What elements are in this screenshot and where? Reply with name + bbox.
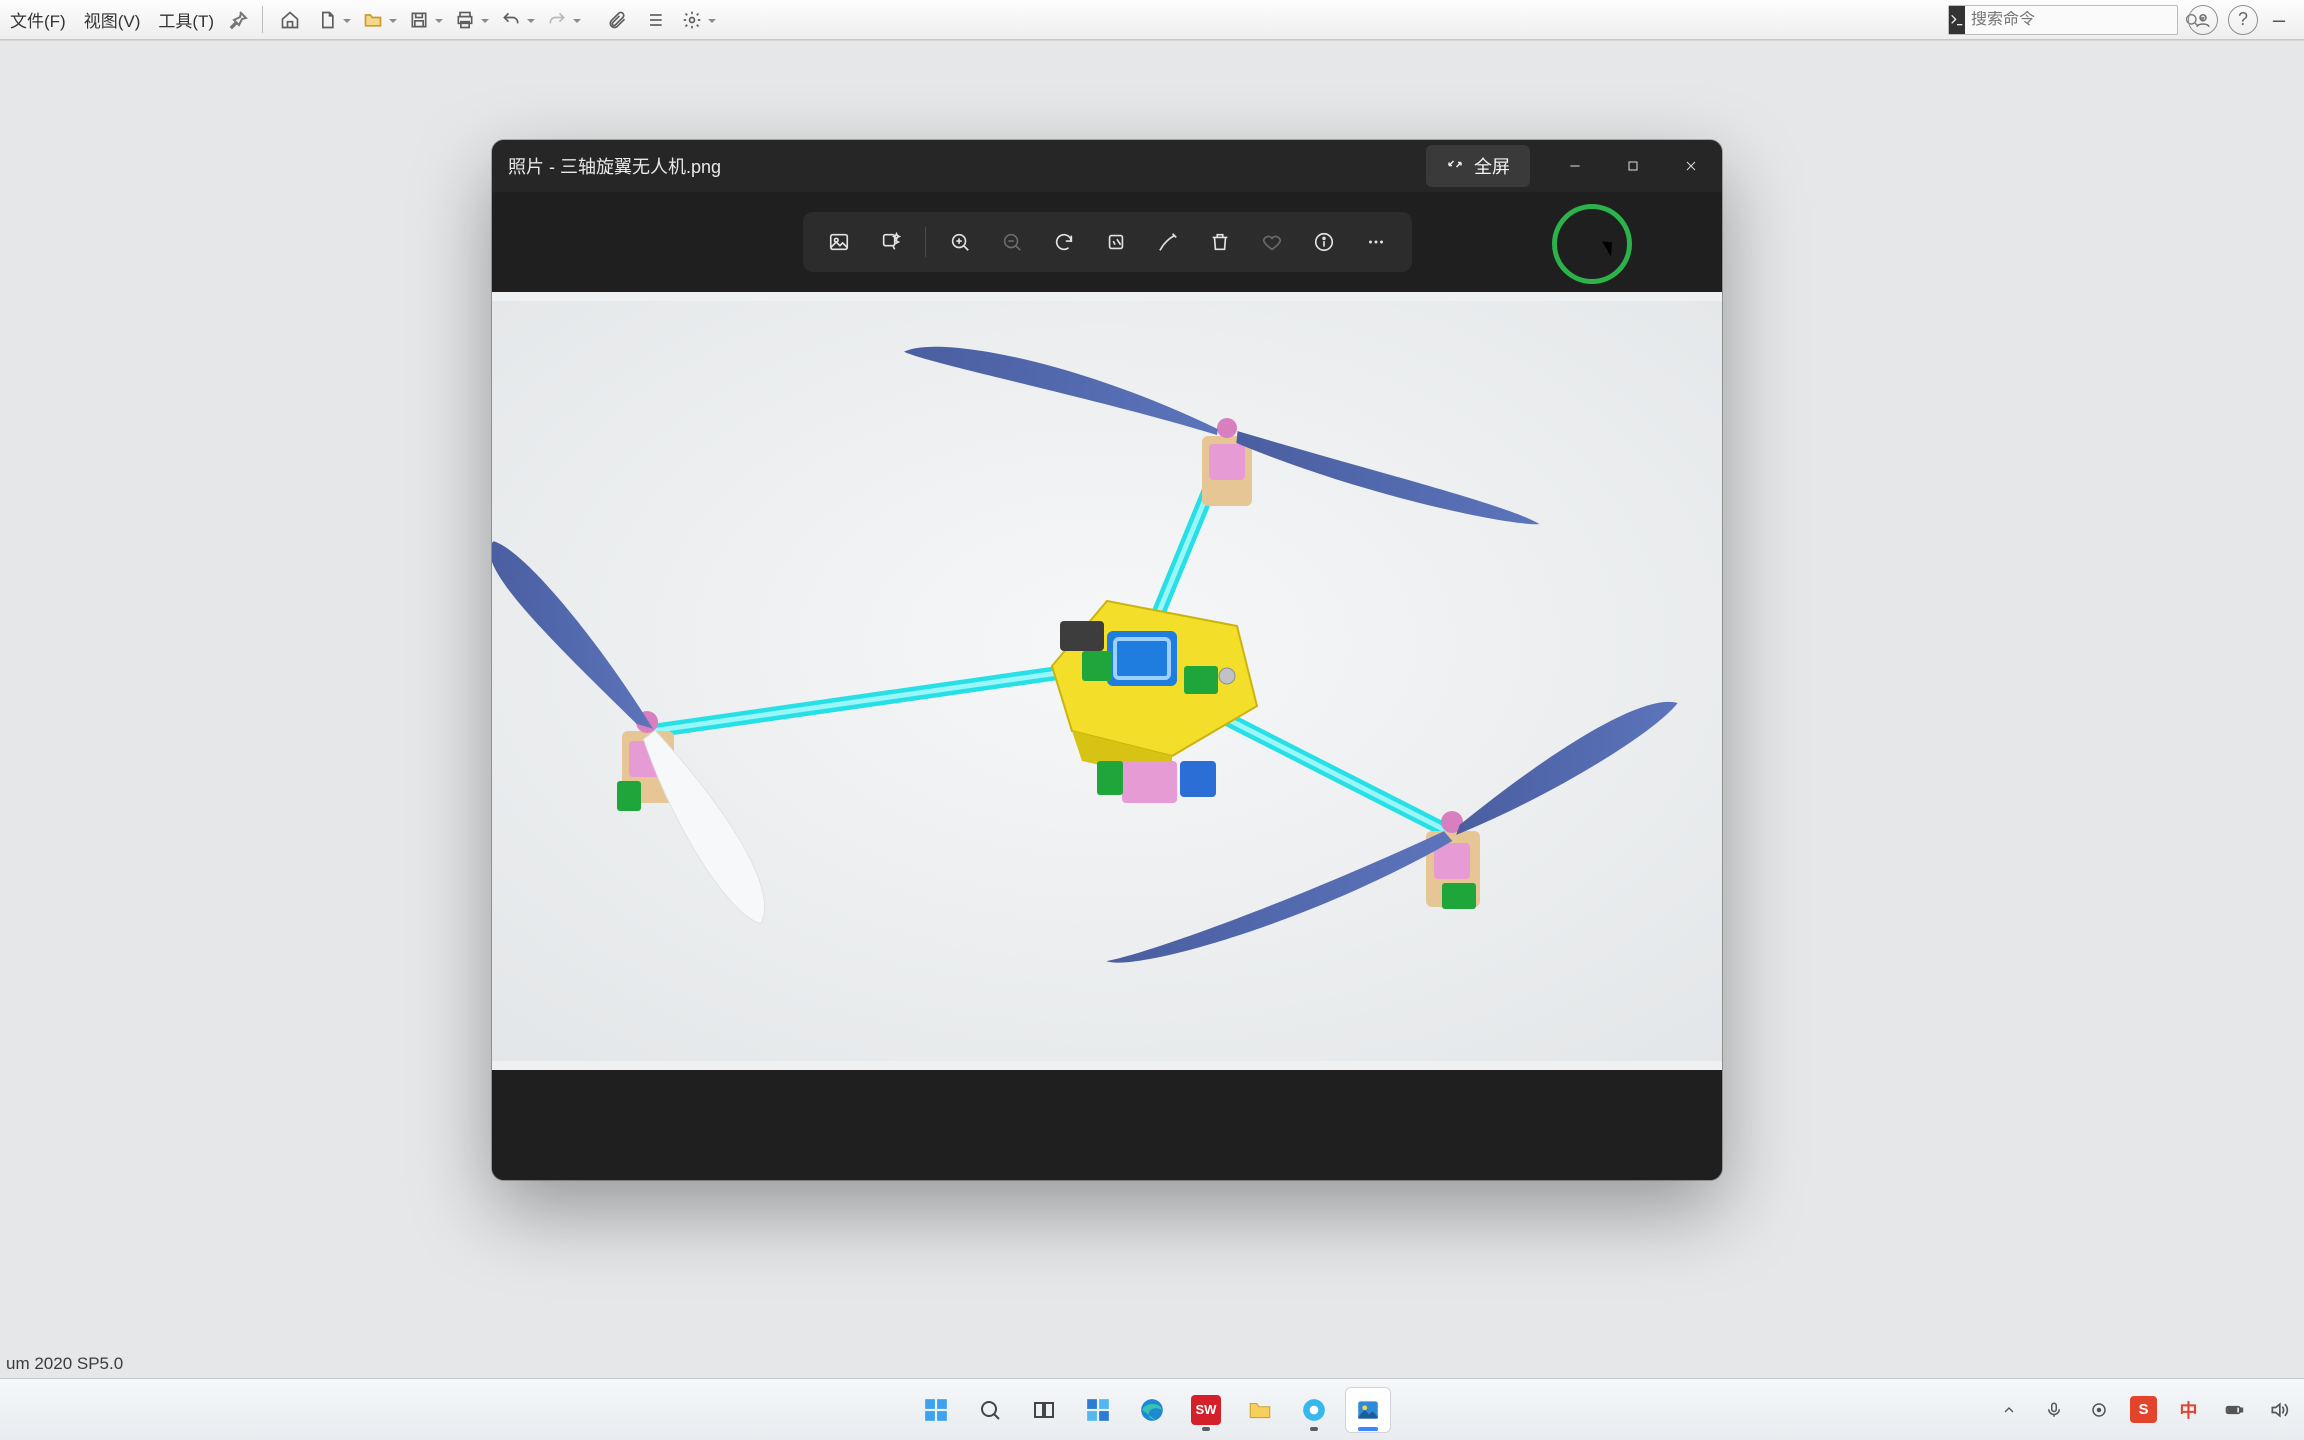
pin-icon[interactable] (226, 8, 250, 32)
photos-titlebar[interactable]: 照片 - 三轴旋翼无人机.png 全屏 (492, 140, 1722, 192)
taskbar-widgets-icon[interactable] (1075, 1387, 1121, 1433)
taskbar-photos-icon[interactable] (1345, 1387, 1391, 1433)
photos-window: 照片 - 三轴旋翼无人机.png 全屏 (492, 140, 1722, 1180)
taskbar-taskview-icon[interactable] (1021, 1387, 1067, 1433)
tray-microphone-icon[interactable] (2040, 1396, 2067, 1423)
redo-icon[interactable] (541, 5, 583, 35)
open-folder-icon[interactable] (357, 5, 399, 35)
home-icon[interactable] (273, 5, 307, 35)
delete-icon[interactable] (1198, 220, 1242, 264)
command-search-input[interactable] (1965, 11, 2184, 29)
terminal-icon (1949, 6, 1965, 34)
tray-location-icon[interactable] (2085, 1396, 2112, 1423)
fullscreen-arrows-icon (1446, 155, 1464, 178)
zoom-out-icon[interactable] (990, 220, 1034, 264)
edit-magic-icon[interactable] (869, 220, 913, 264)
command-search-box[interactable]: ▾ (1948, 5, 2178, 35)
account-icon[interactable] (2188, 5, 2218, 35)
draw-icon[interactable] (1146, 220, 1190, 264)
photo-canvas[interactable] (492, 292, 1722, 1070)
save-icon[interactable] (403, 5, 445, 35)
taskbar-tray: S 中 (1995, 1379, 2292, 1440)
list-icon[interactable] (638, 5, 672, 35)
highlight-circle-icon (1552, 204, 1632, 284)
fullscreen-button[interactable]: 全屏 (1426, 145, 1530, 187)
taskbar-browser-icon[interactable] (1291, 1387, 1337, 1433)
tray-chevron-up-icon[interactable] (1995, 1396, 2022, 1423)
more-icon[interactable] (1354, 220, 1398, 264)
undo-icon[interactable] (495, 5, 537, 35)
favorite-heart-icon[interactable] (1250, 220, 1294, 264)
tray-ime-icon[interactable]: S (2130, 1396, 2157, 1423)
image-icon[interactable] (817, 220, 861, 264)
photos-toolbar-area (492, 192, 1722, 292)
menu-view[interactable]: 视图(V) (78, 3, 147, 36)
drone-image (492, 292, 1722, 1070)
info-icon[interactable] (1302, 220, 1346, 264)
crop-icon[interactable] (1094, 220, 1138, 264)
fullscreen-label: 全屏 (1474, 153, 1510, 179)
new-doc-icon[interactable] (311, 5, 353, 35)
zoom-in-icon[interactable] (938, 220, 982, 264)
photos-toolbar (803, 212, 1412, 272)
menu-tools[interactable]: 工具(T) (152, 3, 220, 36)
maximize-button[interactable] (1604, 140, 1662, 192)
taskbar-search-icon[interactable] (967, 1387, 1013, 1433)
rotate-icon[interactable] (1042, 220, 1086, 264)
paperclip-icon[interactable] (600, 5, 634, 35)
menu-file[interactable]: 文件(F) (4, 3, 72, 36)
background-app-toolbar: 文件(F) 视图(V) 工具(T) (0, 0, 2304, 40)
taskbar-solidworks-icon[interactable]: SW (1183, 1387, 1229, 1433)
photos-bottom-pad (492, 1070, 1722, 1180)
photos-window-title: 照片 - 三轴旋翼无人机.png (508, 153, 721, 179)
taskbar-edge-icon[interactable] (1129, 1387, 1175, 1433)
tray-input-method-icon[interactable]: 中 (2175, 1396, 2202, 1423)
status-text: um 2020 SP5.0 (6, 1354, 123, 1374)
close-button[interactable] (1662, 140, 1720, 192)
tray-battery-icon[interactable] (2220, 1396, 2247, 1423)
background-app-status-bar: um 2020 SP5.0 (0, 1350, 2304, 1378)
settings-gear-icon[interactable] (676, 5, 718, 35)
help-icon[interactable]: ? (2228, 5, 2258, 35)
minimize-button[interactable] (1546, 140, 1604, 192)
print-icon[interactable] (449, 5, 491, 35)
taskbar-file-explorer-icon[interactable] (1237, 1387, 1283, 1433)
windows-taskbar: SW S 中 (0, 1378, 2304, 1440)
window-minimize-icon[interactable]: – (2268, 5, 2290, 35)
tray-volume-icon[interactable] (2265, 1396, 2292, 1423)
taskbar-start-button[interactable] (913, 1387, 959, 1433)
